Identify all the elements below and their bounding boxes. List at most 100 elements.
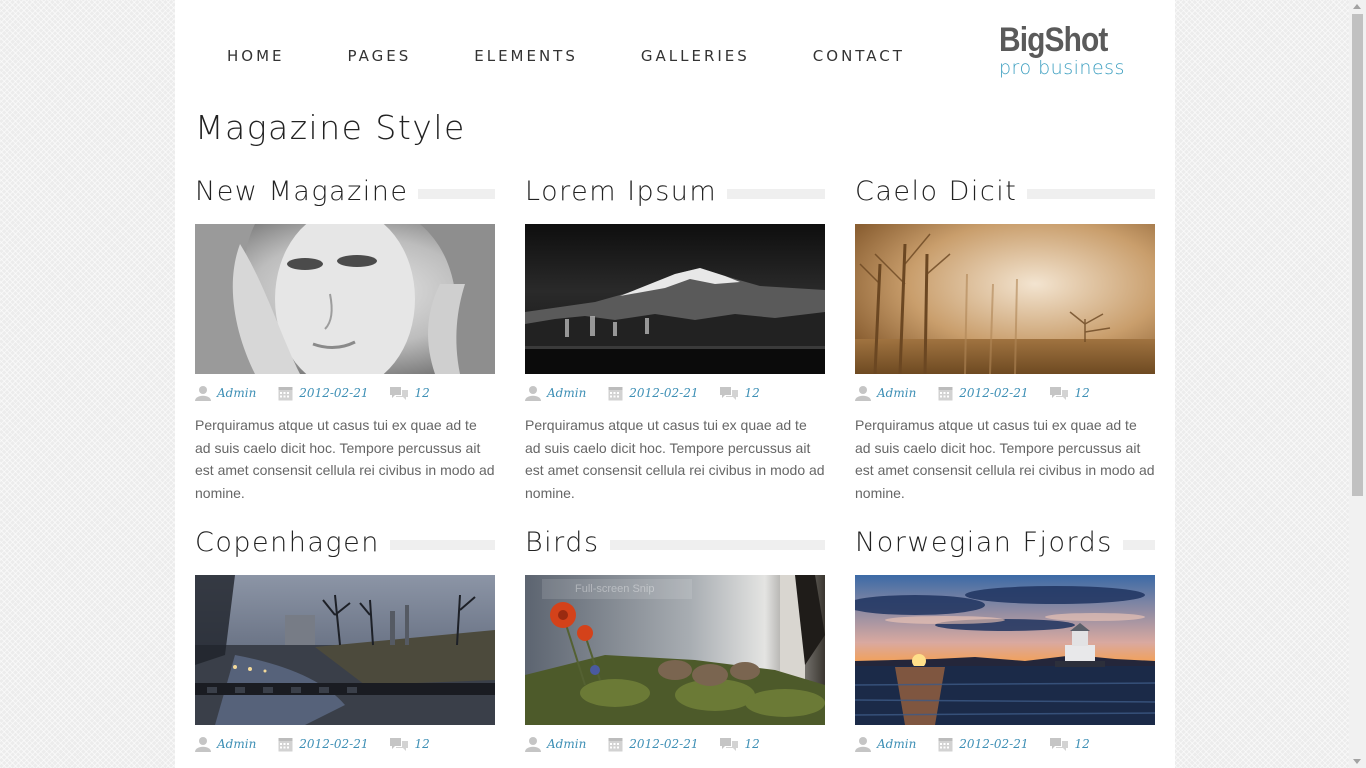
post-header: New Magazine: [195, 174, 495, 210]
title-divider: [1122, 540, 1155, 550]
post-thumbnail-copenhagen[interactable]: [195, 575, 495, 725]
post-date: 2012-02-21: [299, 386, 369, 400]
post-card: New Magazine Admin 2012-02-21 12 Perquir…: [195, 174, 495, 504]
comments-link[interactable]: 12: [390, 737, 430, 752]
post-title[interactable]: Lorem Ipsum: [525, 174, 717, 210]
user-icon: [855, 737, 871, 752]
post-meta: Admin 2012-02-21 12: [525, 735, 825, 753]
author-name: Admin: [877, 386, 917, 400]
comments-link[interactable]: 12: [720, 737, 760, 752]
post-header: Copenhagen: [195, 525, 495, 561]
post-title[interactable]: New Magazine: [195, 174, 408, 210]
post-title[interactable]: Birds: [525, 525, 600, 561]
author-link[interactable]: Admin: [525, 385, 586, 401]
post-thumbnail-birds[interactable]: Full-screen Snip: [525, 575, 825, 725]
post-header: Lorem Ipsum: [525, 174, 825, 210]
date-link[interactable]: 2012-02-21: [278, 736, 368, 752]
comments-link[interactable]: 12: [390, 386, 430, 401]
calendar-icon: [938, 387, 953, 401]
post-header: Caelo Dicit: [855, 174, 1155, 210]
post-card: Copenhagen Admin 2012-02-21 12: [195, 525, 495, 753]
user-icon: [525, 737, 541, 752]
post-title[interactable]: Caelo Dicit: [855, 174, 1017, 210]
comment-count: 12: [1074, 737, 1090, 751]
calendar-icon: [938, 738, 953, 752]
site-logo[interactable]: BigShot pro business: [999, 22, 1125, 78]
comments-icon: [720, 386, 739, 400]
title-divider: [1027, 189, 1155, 199]
post-thumbnail-mountain[interactable]: [525, 224, 825, 374]
screen-snip-overlay[interactable]: Full-screen Snip: [542, 579, 692, 599]
post-thumbnail-woman[interactable]: [195, 224, 495, 374]
comments-icon: [390, 737, 409, 751]
post-header: Norwegian Fjords: [855, 525, 1155, 561]
nav-home[interactable]: HOME: [227, 46, 285, 66]
scrollbar-thumb[interactable]: [1352, 14, 1363, 496]
page-container: HOME PAGES ELEMENTS GALLERIES CONTACT Bi…: [175, 0, 1175, 768]
post-card: Norwegian Fjords Admin 2012-02-21 12: [855, 525, 1155, 753]
vertical-scrollbar[interactable]: [1349, 0, 1366, 768]
post-card: Birds Full-screen Snip Admin 2012-02-21 …: [525, 525, 825, 753]
main-nav: HOME PAGES ELEMENTS GALLERIES CONTACT: [227, 46, 968, 66]
comments-icon: [1050, 737, 1069, 751]
post-thumbnail-fjord-sunset[interactable]: [855, 575, 1155, 725]
title-divider: [727, 189, 825, 199]
comment-count: 12: [414, 386, 430, 400]
post-date: 2012-02-21: [959, 737, 1029, 751]
post-excerpt: Perquiramus atque ut casus tui ex quae a…: [525, 417, 825, 501]
date-link[interactable]: 2012-02-21: [938, 385, 1028, 401]
post-header: Birds: [525, 525, 825, 561]
post-card: Lorem Ipsum Admin 2012-02-21 12 Perquira…: [525, 174, 825, 504]
author-name: Admin: [217, 737, 257, 751]
scroll-up-arrow-icon[interactable]: [1353, 4, 1361, 9]
post-meta: Admin 2012-02-21 12: [855, 735, 1155, 753]
comments-link[interactable]: 12: [720, 386, 760, 401]
calendar-icon: [278, 387, 293, 401]
post-date: 2012-02-21: [629, 737, 699, 751]
title-divider: [609, 540, 825, 550]
comments-icon: [1050, 386, 1069, 400]
post-date: 2012-02-21: [629, 386, 699, 400]
title-divider: [418, 189, 495, 199]
date-link[interactable]: 2012-02-21: [608, 736, 698, 752]
author-link[interactable]: Admin: [855, 385, 916, 401]
user-icon: [195, 386, 211, 401]
comments-icon: [390, 386, 409, 400]
post-excerpt: Perquiramus atque ut casus tui ex quae a…: [855, 417, 1155, 501]
post-title[interactable]: Norwegian Fjords: [855, 525, 1113, 561]
author-link[interactable]: Admin: [525, 736, 586, 752]
author-link[interactable]: Admin: [195, 385, 256, 401]
post-meta: Admin 2012-02-21 12: [195, 384, 495, 402]
date-link[interactable]: 2012-02-21: [938, 736, 1028, 752]
post-date: 2012-02-21: [959, 386, 1029, 400]
title-divider: [389, 540, 495, 550]
author-name: Admin: [877, 737, 917, 751]
scroll-down-arrow-icon[interactable]: [1353, 759, 1361, 764]
author-name: Admin: [547, 737, 587, 751]
date-link[interactable]: 2012-02-21: [608, 385, 698, 401]
author-name: Admin: [217, 386, 257, 400]
calendar-icon: [608, 387, 623, 401]
nav-elements[interactable]: ELEMENTS: [474, 46, 578, 66]
post-meta: Admin 2012-02-21 12: [195, 735, 495, 753]
comment-count: 12: [744, 386, 760, 400]
calendar-icon: [278, 738, 293, 752]
post-thumbnail-foggy-forest[interactable]: [855, 224, 1155, 374]
user-icon: [855, 386, 871, 401]
post-meta: Admin 2012-02-21 12: [525, 384, 825, 402]
user-icon: [195, 737, 211, 752]
post-excerpt: Perquiramus atque ut casus tui ex quae a…: [195, 417, 495, 501]
author-link[interactable]: Admin: [195, 736, 256, 752]
author-name: Admin: [547, 386, 587, 400]
post-title[interactable]: Copenhagen: [195, 525, 380, 561]
date-link[interactable]: 2012-02-21: [278, 385, 368, 401]
nav-galleries[interactable]: GALLERIES: [641, 46, 750, 66]
nav-contact[interactable]: CONTACT: [813, 46, 905, 66]
nav-pages[interactable]: PAGES: [348, 46, 412, 66]
comments-link[interactable]: 12: [1050, 737, 1090, 752]
post-card: Caelo Dicit Admin 2012-02-21 12 Perquira…: [855, 174, 1155, 504]
author-link[interactable]: Admin: [855, 736, 916, 752]
comments-link[interactable]: 12: [1050, 386, 1090, 401]
user-icon: [525, 386, 541, 401]
comment-count: 12: [1074, 386, 1090, 400]
